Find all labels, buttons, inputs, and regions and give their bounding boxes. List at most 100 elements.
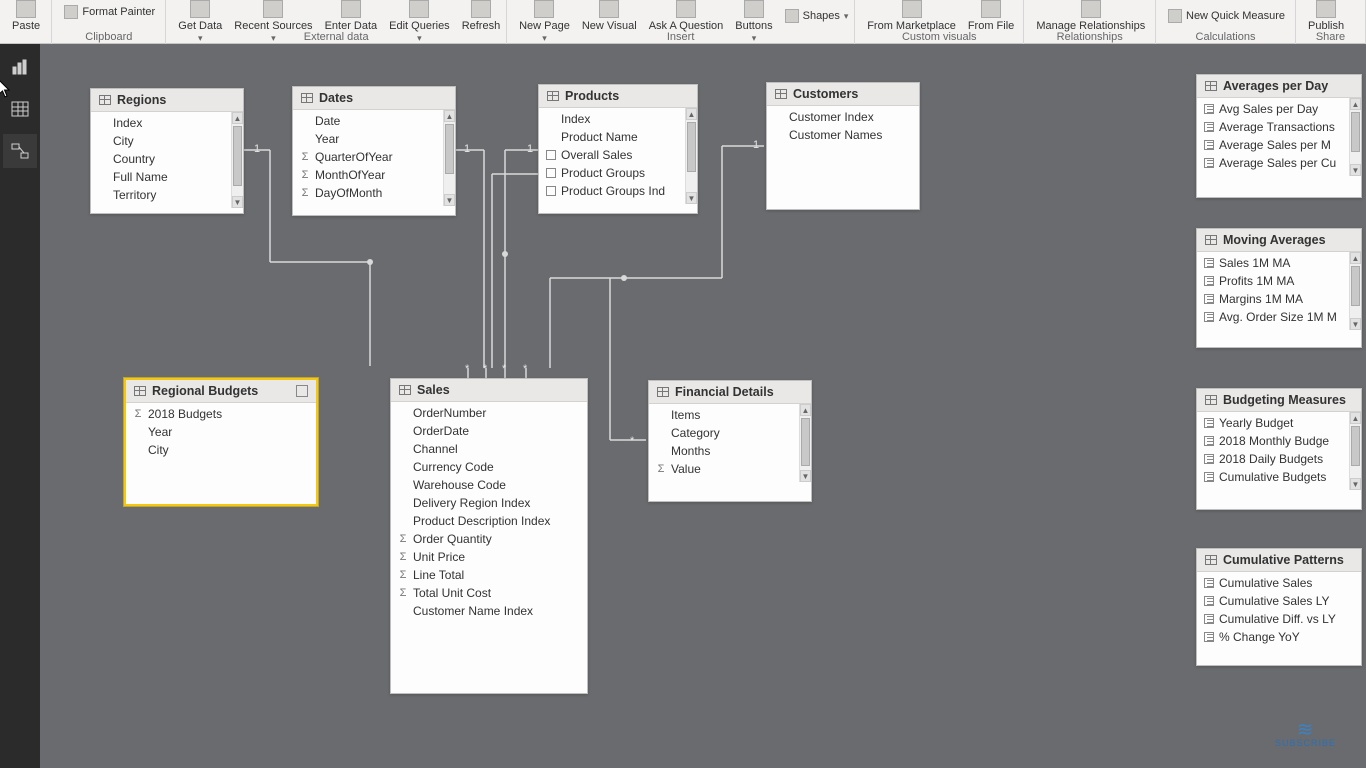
field[interactable]: City <box>126 441 316 459</box>
field[interactable]: 2018 Budgets <box>126 405 316 423</box>
field[interactable]: Order Quantity <box>391 530 587 548</box>
scroll-down-icon[interactable]: ▼ <box>1350 318 1361 330</box>
field[interactable]: Currency Code <box>391 458 587 476</box>
field[interactable]: OrderNumber <box>391 404 587 422</box>
table-financial-details[interactable]: Financial Details Items Category Months … <box>648 380 812 502</box>
field[interactable]: Items <box>649 406 811 424</box>
field[interactable]: Unit Price <box>391 548 587 566</box>
field[interactable]: Warehouse Code <box>391 476 587 494</box>
field[interactable]: Category <box>649 424 811 442</box>
scroll-down-icon[interactable]: ▼ <box>444 194 455 206</box>
publish-button[interactable]: Publish <box>1302 0 1350 32</box>
field[interactable]: City <box>91 132 243 150</box>
scroll-thumb[interactable] <box>233 126 242 186</box>
table-header[interactable]: Dates <box>293 87 455 110</box>
from-marketplace-button[interactable]: From Marketplace <box>861 0 962 32</box>
scroll-up-icon[interactable]: ▲ <box>444 110 455 122</box>
scroll-thumb[interactable] <box>1351 266 1360 306</box>
table-regions[interactable]: Regions Index City Country Full Name Ter… <box>90 88 244 214</box>
scroll-down-icon[interactable]: ▼ <box>686 192 697 204</box>
table-averages-per-day[interactable]: Averages per Day Avg Sales per Day Avera… <box>1196 74 1362 198</box>
scroll-thumb[interactable] <box>1351 426 1360 466</box>
refresh-button[interactable]: Refresh <box>456 0 507 32</box>
table-header[interactable]: Regions <box>91 89 243 112</box>
model-canvas[interactable]: 1 1 1 1 * * * * * <box>40 44 1366 768</box>
field[interactable]: Line Total <box>391 566 587 584</box>
scroll-up-icon[interactable]: ▲ <box>1350 412 1361 424</box>
field[interactable]: Customer Name Index <box>391 602 587 620</box>
field[interactable]: Average Sales per M <box>1197 136 1361 154</box>
shapes-button[interactable]: Shapes <box>779 6 855 26</box>
table-customers[interactable]: Customers Customer Index Customer Names <box>766 82 920 210</box>
scroll-up-icon[interactable]: ▲ <box>800 404 811 416</box>
field[interactable]: Territory <box>91 186 243 204</box>
field[interactable]: Product Groups Ind <box>539 182 697 200</box>
scroll-down-icon[interactable]: ▼ <box>1350 164 1361 176</box>
field[interactable]: Overall Sales <box>539 146 697 164</box>
scrollbar[interactable]: ▲▼ <box>1349 412 1361 490</box>
field[interactable]: Delivery Region Index <box>391 494 587 512</box>
paste-button[interactable]: Paste <box>6 0 46 32</box>
table-header[interactable]: Regional Budgets <box>126 380 316 403</box>
field[interactable]: Cumulative Budgets <box>1197 468 1361 486</box>
field[interactable]: Index <box>91 114 243 132</box>
field[interactable]: Index <box>539 110 697 128</box>
table-moving-averages[interactable]: Moving Averages Sales 1M MA Profits 1M M… <box>1196 228 1362 348</box>
table-header[interactable]: Averages per Day <box>1197 75 1361 98</box>
field[interactable]: DayOfMonth <box>293 184 455 202</box>
field[interactable]: Sales 1M MA <box>1197 254 1361 272</box>
field[interactable]: % Change YoY <box>1197 628 1361 646</box>
field[interactable]: Yearly Budget <box>1197 414 1361 432</box>
field[interactable]: Channel <box>391 440 587 458</box>
field[interactable]: Margins 1M MA <box>1197 290 1361 308</box>
field[interactable]: Avg Sales per Day <box>1197 100 1361 118</box>
field[interactable]: Total Unit Cost <box>391 584 587 602</box>
field[interactable]: Product Groups <box>539 164 697 182</box>
format-painter-button[interactable]: Format Painter <box>58 2 161 22</box>
field[interactable]: 2018 Monthly Budge <box>1197 432 1361 450</box>
scrollbar[interactable]: ▲ ▼ <box>443 110 455 206</box>
table-products[interactable]: Products Index Product Name Overall Sale… <box>538 84 698 214</box>
field[interactable]: Country <box>91 150 243 168</box>
field[interactable]: Profits 1M MA <box>1197 272 1361 290</box>
table-regional-budgets[interactable]: Regional Budgets 2018 Budgets Year City <box>124 378 318 506</box>
table-header[interactable]: Products <box>539 85 697 108</box>
field[interactable]: Date <box>293 112 455 130</box>
enter-data-button[interactable]: Enter Data <box>319 0 384 32</box>
field[interactable]: QuarterOfYear <box>293 148 455 166</box>
table-dates[interactable]: Dates Date Year QuarterOfYear MonthOfYea… <box>292 86 456 216</box>
field[interactable]: Product Description Index <box>391 512 587 530</box>
table-cumulative-patterns[interactable]: Cumulative Patterns Cumulative Sales Cum… <box>1196 548 1362 666</box>
new-quick-measure-button[interactable]: New Quick Measure <box>1162 6 1291 26</box>
report-view-button[interactable] <box>3 50 37 84</box>
table-sales[interactable]: Sales OrderNumber OrderDate Channel Curr… <box>390 378 588 694</box>
scroll-down-icon[interactable]: ▼ <box>1350 478 1361 490</box>
scroll-up-icon[interactable]: ▲ <box>232 112 243 124</box>
field[interactable]: Value <box>649 460 811 478</box>
field[interactable]: Cumulative Sales <box>1197 574 1361 592</box>
scrollbar[interactable]: ▲▼ <box>1349 98 1361 176</box>
table-header[interactable]: Financial Details <box>649 381 811 404</box>
scroll-up-icon[interactable]: ▲ <box>1350 98 1361 110</box>
field[interactable]: Cumulative Sales LY <box>1197 592 1361 610</box>
maximize-icon[interactable] <box>296 385 308 397</box>
scrollbar[interactable]: ▲ ▼ <box>799 404 811 482</box>
scroll-down-icon[interactable]: ▼ <box>232 196 243 208</box>
data-view-button[interactable] <box>3 92 37 126</box>
table-header[interactable]: Sales <box>391 379 587 402</box>
field[interactable]: Product Name <box>539 128 697 146</box>
field[interactable]: Cumulative Diff. vs LY <box>1197 610 1361 628</box>
field[interactable]: Year <box>293 130 455 148</box>
field[interactable]: Average Sales per Cu <box>1197 154 1361 172</box>
table-header[interactable]: Cumulative Patterns <box>1197 549 1361 572</box>
manage-relationships-button[interactable]: Manage Relationships <box>1030 0 1151 32</box>
scrollbar[interactable]: ▲▼ <box>1349 252 1361 330</box>
field[interactable]: 2018 Daily Budgets <box>1197 450 1361 468</box>
scrollbar[interactable]: ▲ ▼ <box>231 112 243 208</box>
scroll-thumb[interactable] <box>445 124 454 174</box>
scroll-down-icon[interactable]: ▼ <box>800 470 811 482</box>
from-file-button[interactable]: From File <box>962 0 1020 32</box>
scroll-thumb[interactable] <box>687 122 696 172</box>
scroll-up-icon[interactable]: ▲ <box>1350 252 1361 264</box>
scrollbar[interactable]: ▲ ▼ <box>685 108 697 204</box>
